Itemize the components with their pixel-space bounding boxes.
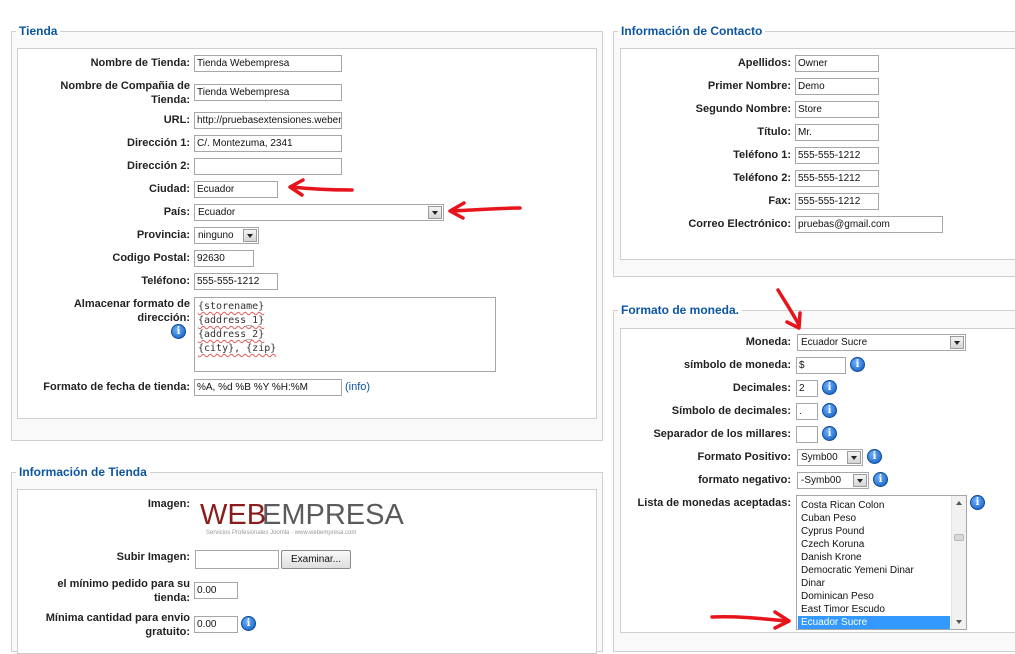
arrow-icon [776,288,802,330]
arrow-icon [710,610,791,630]
arrow-icon [288,178,354,197]
arrow-icon [448,201,522,220]
annotation-arrows [288,178,802,630]
